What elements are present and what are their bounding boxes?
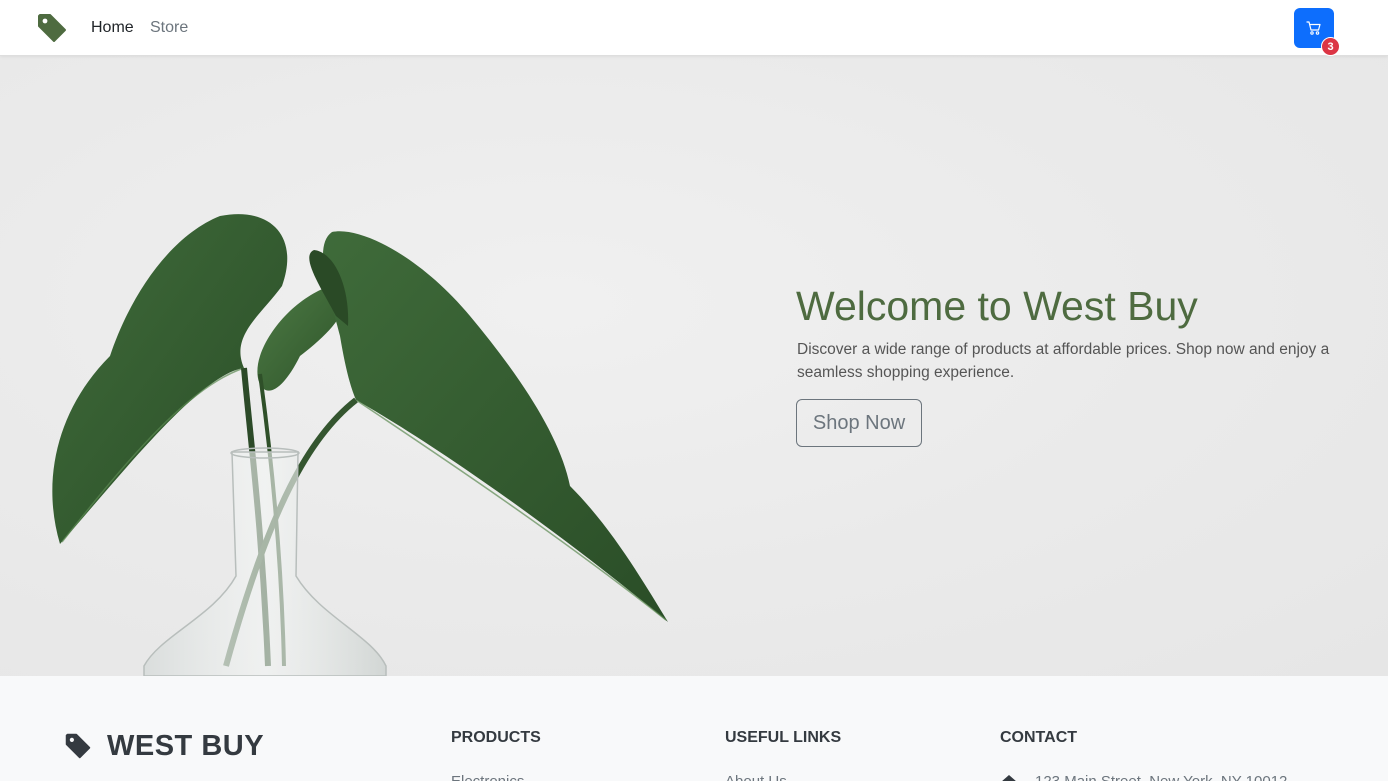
cart-icon: [1306, 21, 1321, 35]
footer-link-electronics[interactable]: Electronics: [451, 772, 524, 781]
footer-heading-contact: CONTACT: [1000, 729, 1078, 746]
footer-brand-name: WEST BUY: [107, 730, 265, 762]
footer-contact-address: 123 Main Street, New York, NY 10012: [1035, 772, 1287, 781]
tag-icon: [65, 733, 91, 759]
footer: WEST BUY PRODUCTS Electronics USEFUL LIN…: [0, 676, 1388, 781]
hero-description: Discover a wide range of products at aff…: [797, 341, 1330, 381]
footer-heading-products: PRODUCTS: [451, 729, 541, 746]
hero-section: Welcome to West Buy Discover a wide rang…: [0, 56, 1388, 676]
navbar: Home Store 3: [0, 0, 1388, 56]
shop-now-button[interactable]: Shop Now: [796, 399, 922, 447]
hero-title: Welcome to West Buy: [796, 283, 1198, 329]
plant-in-vase-image: [52, 214, 668, 676]
cart-count-badge: 3: [1321, 37, 1340, 56]
footer-link-about-us[interactable]: About Us: [725, 772, 787, 781]
cart-button[interactable]: 3: [1294, 8, 1340, 56]
nav-link-home[interactable]: Home: [91, 18, 134, 38]
nav-link-store[interactable]: Store: [150, 18, 188, 38]
tag-icon[interactable]: [36, 12, 68, 44]
home-icon: [1002, 775, 1016, 781]
footer-heading-useful-links: USEFUL LINKS: [725, 729, 842, 746]
